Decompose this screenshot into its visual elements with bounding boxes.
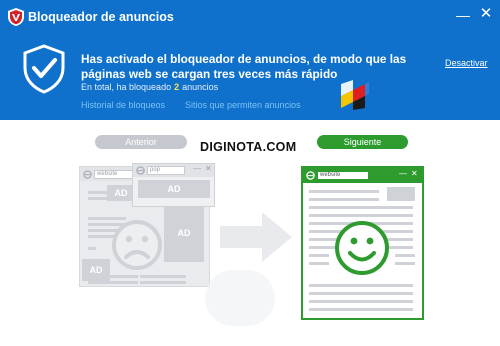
happy-face-icon xyxy=(335,221,389,275)
shield-logo-icon xyxy=(8,8,24,26)
after-label: Siguiente xyxy=(317,135,408,149)
activation-message: Has activado el bloqueador de anuncios, … xyxy=(81,52,421,82)
popup-window: pop — ✕ AD xyxy=(132,163,215,207)
headline-line-1: Has activado el bloqueador de anuncios, … xyxy=(81,52,407,66)
block-history-link[interactable]: Historial de bloqueos xyxy=(81,100,165,110)
title-bar: Bloqueador de anuncios — ✕ xyxy=(0,0,500,34)
popup-minimize-icon: — xyxy=(193,164,201,173)
headline-line-2: páginas web se cargan tres veces más ráp… xyxy=(81,67,338,81)
window-title: Bloqueador de anuncios xyxy=(28,10,174,24)
blocked-count: 2 xyxy=(174,82,180,92)
blocked-suffix: anuncios xyxy=(182,82,219,92)
color-emblem-icon xyxy=(341,80,369,110)
before-label: Anterior xyxy=(95,135,187,149)
after-browser-window: website — ✕ xyxy=(301,166,424,320)
after-close-icon: ✕ xyxy=(411,169,418,178)
allowed-sites-link[interactable]: Sitios que permiten anuncios xyxy=(185,100,301,110)
ie-icon xyxy=(306,171,315,180)
after-minimize-icon: — xyxy=(399,169,407,178)
minimize-button[interactable]: — xyxy=(455,8,471,24)
background-watermark xyxy=(205,270,275,326)
blocked-summary: En total, ha bloqueado 2 anuncios xyxy=(81,82,218,92)
ad-block: AD xyxy=(82,259,110,281)
ie-icon xyxy=(136,166,145,175)
right-arrow-icon xyxy=(220,212,292,262)
close-button[interactable]: ✕ xyxy=(478,6,494,22)
popup-address-bar: pop xyxy=(147,166,185,175)
blocked-prefix: En total, ha bloqueado xyxy=(81,82,172,92)
ie-icon xyxy=(83,170,92,179)
header-banner: Bloqueador de anuncios — ✕ Has activado … xyxy=(0,0,500,120)
ad-block: AD xyxy=(107,185,135,201)
after-address-bar: website xyxy=(317,171,369,180)
sad-face-icon xyxy=(112,220,162,270)
watermark-text: DIGINOTA.COM xyxy=(200,140,297,154)
popup-close-icon: ✕ xyxy=(205,164,212,173)
ad-block: AD xyxy=(164,205,204,262)
deactivate-link[interactable]: Desactivar xyxy=(445,58,488,68)
ad-block: AD xyxy=(138,180,210,198)
checkmark-shield-icon xyxy=(23,44,65,94)
